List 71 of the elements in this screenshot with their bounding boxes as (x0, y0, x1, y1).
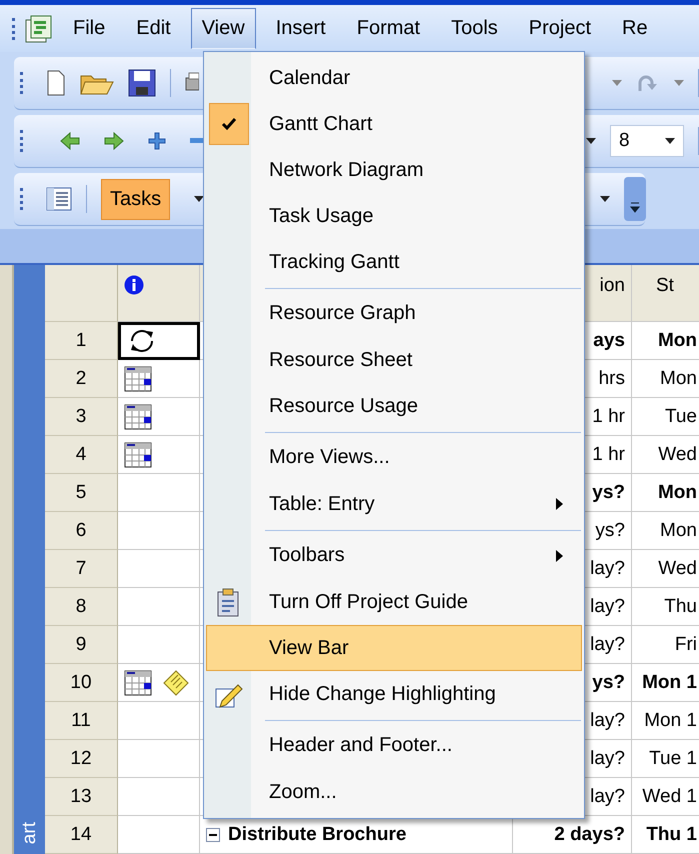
row-number[interactable]: 1 (45, 322, 118, 360)
row-number[interactable]: 13 (45, 778, 118, 816)
menu-item[interactable]: View Bar (206, 625, 582, 671)
note-icon (162, 668, 190, 696)
start-cell: Tue (632, 398, 699, 436)
indicator-cell[interactable] (118, 322, 200, 360)
row-number[interactable]: 14 (45, 816, 118, 854)
new-document-icon[interactable] (46, 70, 66, 96)
menu-item[interactable]: Format (346, 8, 432, 49)
checkmark-icon (209, 103, 249, 145)
calendar-icon (124, 404, 152, 430)
start-cell: Wed (632, 436, 699, 474)
save-icon[interactable] (128, 69, 156, 97)
menu-item[interactable]: File (62, 8, 116, 49)
menu-item[interactable]: Tracking Gantt (206, 239, 582, 285)
menu-item[interactable]: Tools (440, 8, 509, 49)
start-cell: Wed (632, 550, 699, 588)
dropdown-arrow-icon[interactable] (194, 196, 204, 202)
row-number[interactable]: 8 (45, 588, 118, 626)
font-size-field[interactable]: 8 (610, 125, 684, 157)
calendar-icon (124, 366, 152, 392)
column-header[interactable]: St (632, 265, 699, 322)
start-cell: Thu (632, 588, 699, 626)
view-bar[interactable]: art (14, 265, 45, 854)
start-cell: Mon 1 (632, 664, 699, 702)
calendar-icon (124, 442, 152, 468)
info-icon (124, 275, 144, 295)
menu-item[interactable]: View (190, 8, 256, 49)
left-arrow-icon[interactable] (60, 132, 80, 150)
row-number[interactable]: 9 (45, 626, 118, 664)
start-cell: Mon (632, 512, 699, 550)
start-cell: Wed 1 (632, 778, 699, 816)
project-app-icon (24, 14, 54, 44)
row-number[interactable]: 4 (45, 436, 118, 474)
submenu-arrow-icon (556, 498, 563, 510)
row-number[interactable]: 11 (45, 702, 118, 740)
row-number[interactable]: 7 (45, 550, 118, 588)
menu-item[interactable]: Edit (125, 8, 182, 49)
plus-icon[interactable] (148, 132, 166, 150)
task-name: Distribute Brochure (228, 824, 406, 846)
menu-item[interactable]: Project (518, 8, 602, 49)
row-number[interactable]: 10 (45, 664, 118, 702)
dropdown-arrow-icon[interactable] (665, 138, 675, 144)
menu-item[interactable]: Insert (264, 8, 337, 49)
row-number[interactable]: 3 (45, 398, 118, 436)
menu-item[interactable]: Gantt Chart (206, 101, 582, 147)
toolbar-options-icon[interactable] (624, 177, 646, 221)
start-cell: Tue 1 (632, 740, 699, 778)
dropdown-arrow-icon[interactable] (586, 138, 596, 144)
row-number[interactable]: 6 (45, 512, 118, 550)
corner-cell[interactable] (45, 265, 118, 322)
menu-item[interactable]: Network Diagram (206, 147, 582, 193)
start-cell: Mon (632, 474, 699, 512)
right-arrow-icon[interactable] (104, 132, 124, 150)
start-cell: Mon (632, 322, 699, 360)
row-number[interactable]: 12 (45, 740, 118, 778)
indicator-header[interactable] (118, 265, 200, 322)
tasks-button[interactable]: Tasks (101, 178, 170, 220)
start-cell: Mon 1 (632, 702, 699, 740)
start-cell: Fri (632, 626, 699, 664)
list-icon[interactable] (46, 187, 72, 211)
row-number[interactable]: 2 (45, 360, 118, 398)
dropdown-arrow-icon[interactable] (600, 196, 610, 202)
calendar-icon (124, 670, 152, 696)
row-number[interactable]: 5 (45, 474, 118, 512)
start-cell: Thu 1 (632, 816, 699, 854)
submenu-arrow-icon (556, 550, 563, 562)
start-cell: Mon (632, 360, 699, 398)
menu-item[interactable]: Task Usage (206, 193, 582, 239)
menu-item[interactable]: Re (611, 8, 659, 49)
collapse-icon[interactable] (206, 828, 220, 842)
